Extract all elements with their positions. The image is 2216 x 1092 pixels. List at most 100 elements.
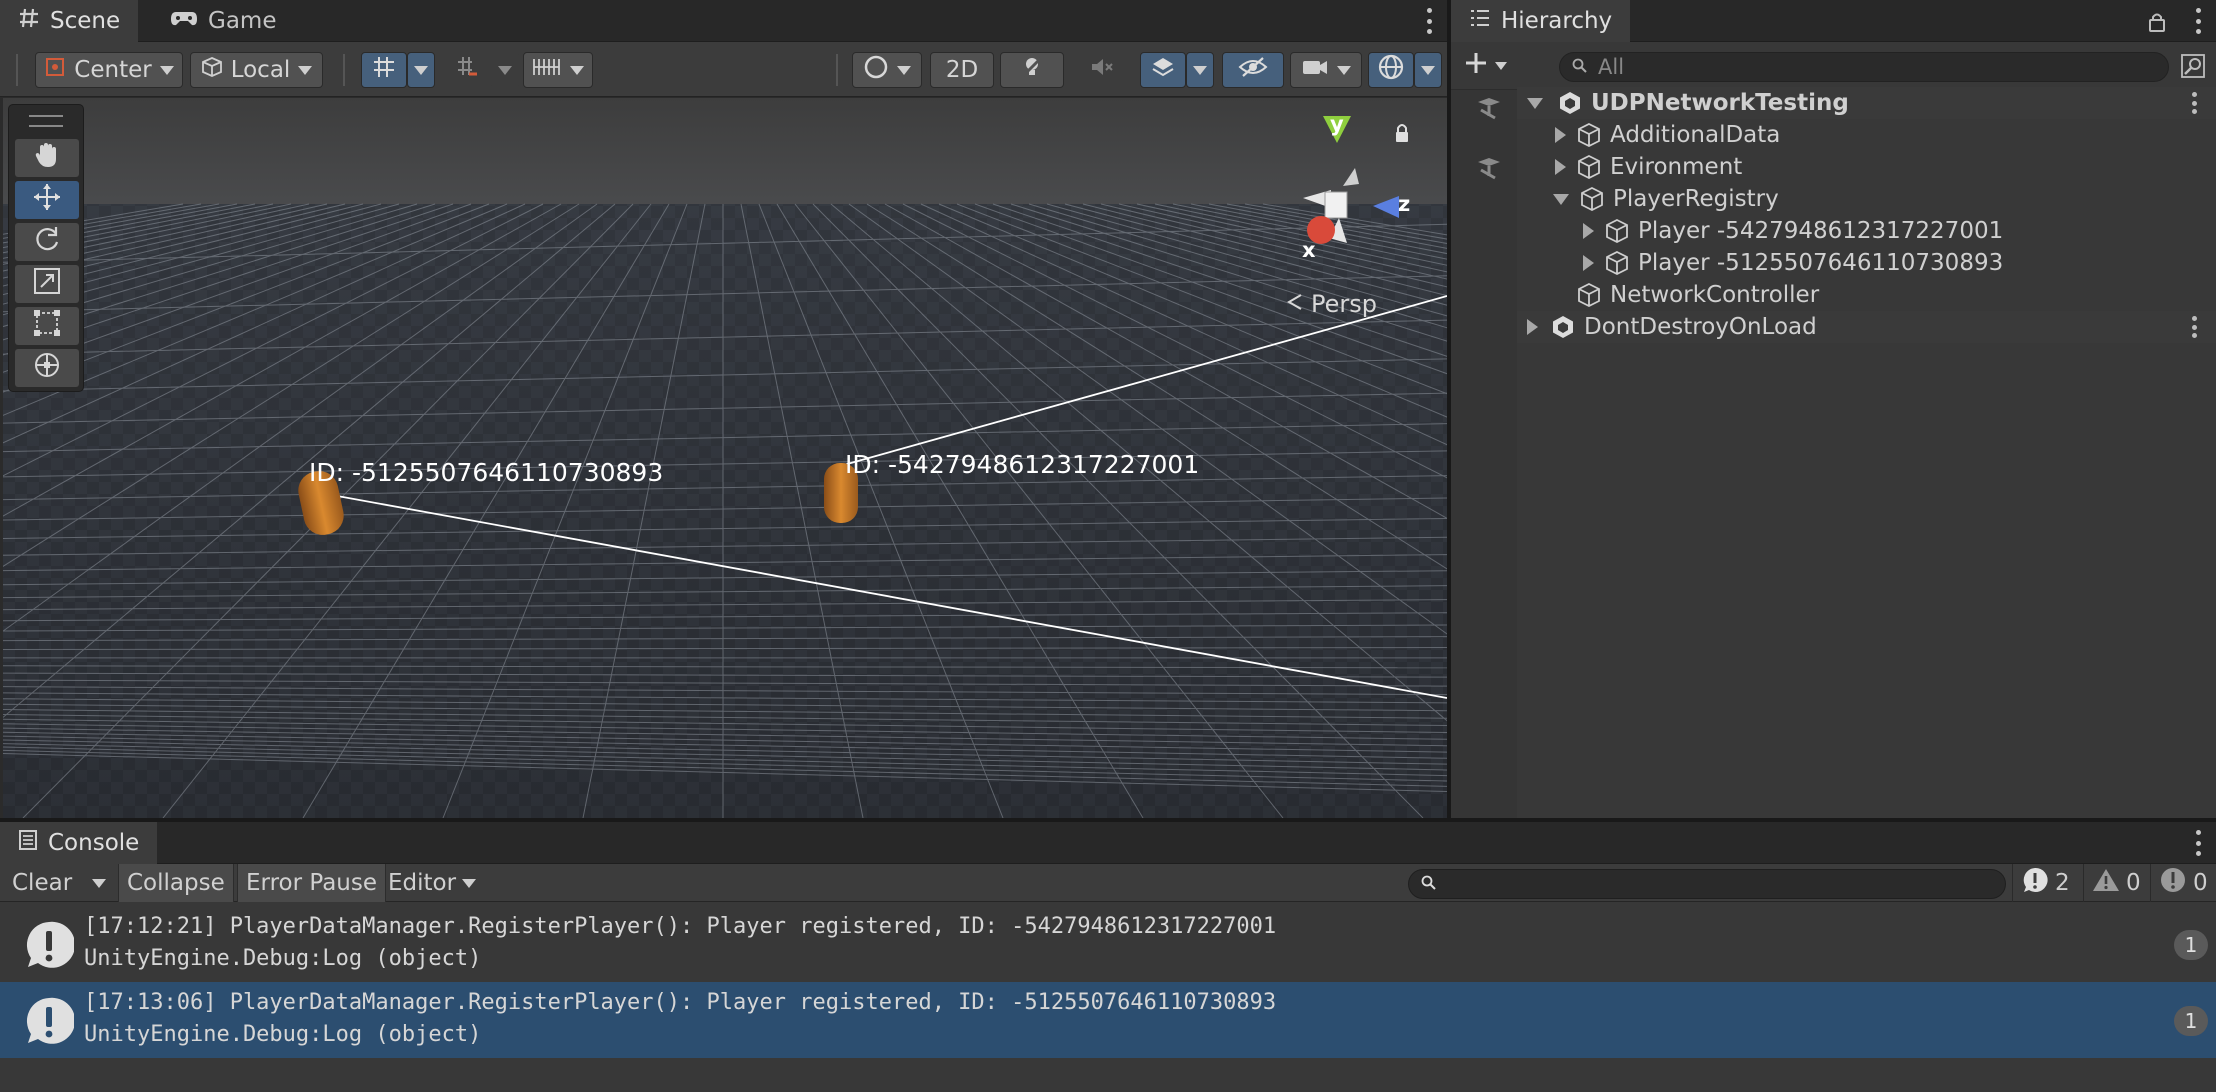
snap-settings-dropdown[interactable] — [523, 52, 593, 88]
audio-toggle[interactable] — [1070, 52, 1134, 88]
tab-console[interactable]: Console — [0, 822, 158, 864]
layers-effects-icon — [1150, 54, 1176, 86]
hierarchy-row-label: Player -5427948612317227001 — [1638, 218, 2004, 244]
clear-options-dropdown[interactable] — [82, 864, 116, 902]
transform-tool-button[interactable] — [15, 349, 79, 387]
scene-picking-icon[interactable] — [1475, 154, 1503, 186]
pivot-icon — [44, 56, 66, 84]
tab-hierarchy[interactable]: Hierarchy — [1451, 0, 1631, 42]
camera-settings-dropdown[interactable] — [1290, 52, 1362, 88]
tab-scene[interactable]: Scene — [0, 0, 139, 42]
hand-tool-button[interactable] — [15, 139, 79, 177]
unity-scene-icon — [1550, 314, 1576, 340]
player-id-label: ID: -5125507646110730893 — [309, 458, 664, 487]
log-stacktrace: UnityEngine.Debug:Log (object) — [84, 946, 482, 971]
lighting-toggle[interactable] — [1000, 52, 1064, 88]
move-arrows-icon — [32, 182, 62, 218]
hierarchy-row-player[interactable]: Player -5125507646110730893 — [1517, 247, 2216, 279]
info-message-icon — [24, 996, 76, 1046]
error-pause-label: Error Pause — [246, 870, 378, 896]
collapse-toggle[interactable]: Collapse — [118, 864, 234, 902]
cube-icon — [201, 56, 223, 84]
hierarchy-row-player[interactable]: Player -5427948612317227001 — [1517, 215, 2216, 247]
gizmo-center-cube[interactable] — [1324, 191, 1348, 219]
hierarchy-row-udpnetworktesting[interactable]: UDPNetworkTesting — [1517, 87, 2216, 119]
tool-palette — [8, 104, 84, 392]
console-log-entry[interactable]: [17:13:06] PlayerDataManager.RegisterPla… — [0, 982, 2216, 1058]
info-count-toggle[interactable]: 2 — [2012, 864, 2078, 902]
toolbar-separator — [343, 54, 345, 86]
row-more-icon[interactable] — [2192, 92, 2198, 114]
move-tool-button[interactable] — [15, 181, 79, 219]
expand-arrow-icon[interactable] — [1583, 255, 1594, 271]
chevron-down-icon — [1337, 65, 1351, 75]
hierarchy-search-input[interactable]: All — [1559, 52, 2169, 82]
console-more-menu-icon[interactable] — [2194, 830, 2202, 856]
increment-snap-dropdown[interactable] — [491, 52, 519, 88]
console-panel: Console Clear Collapse Error Pause Edito… — [0, 822, 2216, 1092]
chevron-down-icon — [570, 65, 584, 75]
projection-toggle[interactable]: Persp — [1285, 290, 1377, 318]
hierarchy-row-playerregistry[interactable]: PlayerRegistry — [1517, 183, 2216, 215]
expand-arrow-icon[interactable] — [1555, 159, 1566, 175]
search-icon — [1421, 872, 1437, 897]
lock-icon[interactable] — [2148, 12, 2166, 38]
editor-dropdown[interactable]: Editor — [380, 864, 484, 902]
gamepad-icon — [170, 8, 198, 34]
error-count: 0 — [2193, 870, 2208, 896]
row-more-icon[interactable] — [2192, 316, 2198, 338]
hierarchy-row-networkcontroller[interactable]: NetworkController — [1517, 279, 2216, 311]
hierarchy-row-additionaldata[interactable]: AdditionalData — [1517, 119, 2216, 151]
shading-mode-dropdown[interactable] — [852, 52, 922, 88]
tab-game[interactable]: Game — [152, 0, 294, 42]
space-local-dropdown[interactable]: Local — [190, 52, 323, 88]
hierarchy-row-dontdestroyonload[interactable]: DontDestroyOnLoad — [1517, 311, 2216, 343]
space-label: Local — [230, 57, 291, 83]
expand-arrow-icon[interactable] — [1527, 319, 1538, 335]
console-search-input[interactable] — [1408, 869, 2006, 899]
log-stacktrace: UnityEngine.Debug:Log (object) — [84, 1022, 482, 1047]
scale-tool-button[interactable] — [15, 265, 79, 303]
toolbar-separator — [836, 54, 838, 86]
scene-viewport[interactable] — [3, 98, 1447, 818]
palette-grip[interactable] — [29, 115, 63, 127]
scene-more-menu-icon[interactable] — [1425, 8, 1433, 34]
chevron-down-icon — [498, 65, 512, 75]
scene-toolbar: Center Local 2D — [0, 42, 1447, 97]
lock-icon[interactable] — [1396, 132, 1408, 142]
expand-arrow-icon[interactable] — [1555, 127, 1566, 143]
info-count: 2 — [2055, 870, 2070, 896]
increment-snap-toggle[interactable] — [445, 52, 491, 88]
search-placeholder: All — [1598, 55, 1625, 79]
gizmos-toggle[interactable] — [1368, 52, 1414, 88]
error-pause-toggle[interactable]: Error Pause — [237, 864, 387, 902]
error-icon — [2159, 866, 2187, 900]
scene-visibility-icon[interactable] — [1475, 94, 1503, 126]
create-dropdown[interactable] — [1463, 50, 1507, 82]
2d-mode-toggle[interactable]: 2D — [930, 52, 994, 88]
scene-search-icon[interactable] — [2180, 53, 2206, 85]
expand-arrow-icon[interactable] — [1583, 223, 1594, 239]
hierarchy-more-menu-icon[interactable] — [2194, 8, 2202, 34]
hierarchy-row-label: UDPNetworkTesting — [1591, 90, 1849, 116]
gameobject-cube-icon — [1576, 122, 1602, 148]
projection-label: Persp — [1311, 290, 1377, 318]
effects-toggle[interactable] — [1140, 52, 1186, 88]
rotate-tool-button[interactable] — [15, 223, 79, 261]
expand-arrow-icon[interactable] — [1527, 97, 1543, 109]
mute-audio-icon — [1089, 54, 1115, 86]
hierarchy-title: Hierarchy — [1501, 8, 1613, 34]
warning-count-toggle[interactable]: 0 — [2083, 864, 2149, 902]
grid-snap-dropdown[interactable] — [407, 52, 435, 88]
pivot-center-dropdown[interactable]: Center — [35, 52, 183, 88]
error-count-toggle[interactable]: 0 — [2150, 864, 2216, 902]
gizmos-dropdown[interactable] — [1414, 52, 1442, 88]
hierarchy-row-evironment[interactable]: Evironment — [1517, 151, 2216, 183]
console-log-entry[interactable]: [17:12:21] PlayerDataManager.RegisterPla… — [0, 906, 2216, 982]
rect-tool-button[interactable] — [15, 307, 79, 345]
clear-button[interactable]: Clear — [4, 864, 80, 902]
expand-arrow-icon[interactable] — [1553, 193, 1569, 205]
scene-visibility-toggle[interactable] — [1222, 52, 1284, 88]
grid-snap-toggle[interactable] — [361, 52, 407, 88]
effects-dropdown[interactable] — [1186, 52, 1214, 88]
